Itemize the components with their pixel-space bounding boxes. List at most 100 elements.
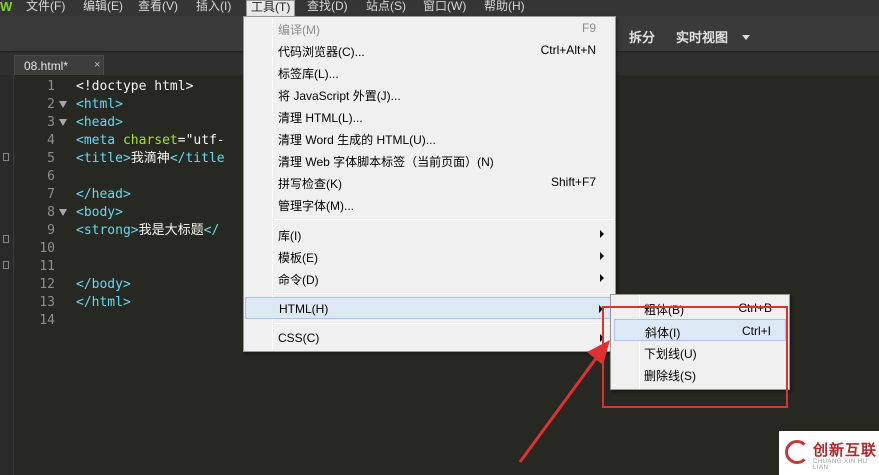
line-number: 9 — [47, 223, 55, 238]
menu-item-label: 清理 HTML(L)... — [278, 111, 363, 125]
menu-find[interactable]: 查找(D) — [303, 0, 352, 16]
watermark-logo: 创新互联 CHUANG XIN HU LIAN — [779, 431, 879, 475]
menu-item-clean-web-fonts[interactable]: 清理 Web 字体脚本标签（当前页面）(N) — [245, 149, 614, 171]
menu-item-clean-word-html[interactable]: 清理 Word 生成的 HTML(U)... — [245, 127, 614, 149]
fold-arrow-icon[interactable] — [59, 119, 67, 126]
menu-item-html[interactable]: HTML(H) — [245, 297, 614, 319]
menu-item-label: HTML(H) — [279, 302, 329, 316]
menu-item-label: 模板(E) — [278, 251, 318, 265]
code-line-4: <meta charset="utf- — [76, 132, 225, 150]
menu-item-label: CSS(C) — [278, 331, 320, 345]
code-line-12: </body> — [76, 277, 131, 292]
line-number: 12 — [39, 277, 55, 292]
menu-view[interactable]: 查看(V) — [134, 0, 182, 16]
fold-arrow-icon[interactable] — [59, 101, 67, 108]
menu-item-css[interactable]: CSS(C) — [245, 327, 614, 349]
line-number: 8 — [47, 205, 55, 220]
watermark-text: 创新互联 — [813, 442, 878, 459]
line-number: 14 — [39, 313, 55, 328]
menu-tools[interactable]: 工具(T) — [246, 0, 296, 16]
code-line-5: <title>我滴神</title — [76, 150, 225, 168]
code-token-tag: <meta — [76, 133, 116, 148]
line-number: 6 — [47, 169, 55, 184]
menu-item-templates[interactable]: 模板(E) — [245, 245, 614, 267]
menu-item-shortcut: F9 — [581, 21, 596, 35]
code-line-13: </html> — [76, 295, 131, 310]
menu-item-label: 管理字体(M)... — [278, 199, 354, 213]
menu-file[interactable]: 文件(F) — [22, 0, 69, 16]
menu-item-library[interactable]: 库(I) — [245, 223, 614, 245]
code-token-attr: charset — [115, 133, 178, 148]
code-token-value: ="utf- — [177, 133, 225, 148]
tab-label: 08.html* — [24, 59, 69, 73]
code-token-tag: </ — [203, 223, 220, 238]
line-number: 5 — [47, 151, 55, 166]
menu-item-label: 编译(M) — [278, 23, 320, 37]
menu-item-compile[interactable]: 编译(M) F9 — [245, 17, 614, 39]
menu-item-label: 命令(D) — [278, 273, 319, 287]
code-token-text: 我是大标题 — [138, 223, 204, 238]
menu-item-label: 代码浏览器(C)... — [278, 45, 365, 59]
menu-item-clean-html[interactable]: 清理 HTML(L)... — [245, 105, 614, 127]
code-line-7: </head> — [76, 187, 131, 202]
code-token-tag: </title — [169, 151, 225, 166]
submenu-arrow-icon — [600, 274, 604, 282]
code-token-text: 我滴神 — [130, 151, 170, 166]
menu-item-label: 标签库(L)... — [278, 67, 339, 81]
left-tool-strip — [0, 75, 14, 475]
submenu-arrow-icon — [600, 252, 604, 260]
line-number: 10 — [39, 241, 55, 256]
menu-site[interactable]: 站点(S) — [362, 0, 410, 16]
line-number: 11 — [39, 259, 55, 274]
annotation-highlight-box — [602, 306, 788, 408]
menu-item-shortcut: Ctrl+Alt+N — [540, 43, 596, 57]
tools-dropdown-menu: 编译(M) F9 代码浏览器(C)... Ctrl+Alt+N 标签库(L)..… — [243, 16, 616, 352]
menu-item-label: 拼写检查(K) — [278, 177, 342, 191]
menu-item-label: 库(I) — [278, 229, 302, 243]
chevron-down-icon[interactable] — [742, 35, 750, 40]
line-number: 3 — [47, 115, 55, 130]
menu-item-label: 清理 Word 生成的 HTML(U)... — [278, 133, 436, 147]
menu-bar: W 文件(F) 编辑(E) 查看(V) 插入(I) 工具(T) 查找(D) 站点… — [0, 0, 879, 16]
menu-item-label: 清理 Web 字体脚本标签（当前页面）(N) — [278, 155, 494, 169]
close-icon[interactable]: × — [94, 59, 100, 71]
code-line-2: <html> — [76, 97, 123, 112]
menu-item-spell-check[interactable]: 拼写检查(K) Shift+F7 — [245, 171, 614, 193]
menu-item-shortcut: Shift+F7 — [550, 175, 596, 189]
menu-separator — [274, 323, 614, 324]
code-line-9: <strong>我是大标题</ — [76, 222, 219, 240]
menu-insert[interactable]: 插入(I) — [192, 0, 235, 16]
code-line-3: <head> — [76, 115, 123, 130]
line-number: 1 — [47, 79, 55, 94]
menu-item-label: 将 JavaScript 外置(J)... — [278, 89, 401, 103]
line-number: 4 — [47, 133, 55, 148]
brand-logo-icon — [785, 440, 809, 464]
menu-separator — [274, 219, 614, 220]
menu-separator — [274, 293, 614, 294]
menu-edit[interactable]: 编辑(E) — [79, 0, 127, 16]
tab-08-html[interactable]: 08.html* × — [14, 55, 104, 75]
menu-item-commands[interactable]: 命令(D) — [245, 267, 614, 289]
code-line-8: <body> — [76, 205, 123, 220]
strip-tool-icon[interactable] — [3, 261, 9, 269]
code-token-tag: <title> — [76, 151, 131, 166]
line-number: 13 — [39, 295, 55, 310]
strip-tool-icon[interactable] — [3, 235, 9, 243]
live-view-button[interactable]: 实时视图 — [676, 27, 728, 46]
menu-item-code-browser[interactable]: 代码浏览器(C)... Ctrl+Alt+N — [245, 39, 614, 61]
dreamweaver-window: W 文件(F) 编辑(E) 查看(V) 插入(I) 工具(T) 查找(D) 站点… — [0, 0, 879, 475]
line-number: 2 — [47, 97, 55, 112]
line-number: 7 — [47, 187, 55, 202]
split-view-button[interactable]: 拆分 — [629, 27, 655, 46]
menu-window[interactable]: 窗口(W) — [419, 0, 470, 16]
fold-arrow-icon[interactable] — [59, 209, 67, 216]
strip-tool-icon[interactable] — [3, 153, 9, 161]
submenu-arrow-icon — [600, 230, 604, 238]
watermark-subtext: CHUANG XIN HU LIAN — [813, 459, 868, 471]
code-token-tag: <strong> — [76, 223, 139, 238]
menu-item-externalize-js[interactable]: 将 JavaScript 外置(J)... — [245, 83, 614, 105]
menu-item-manage-fonts[interactable]: 管理字体(M)... — [245, 193, 614, 215]
menu-item-tag-library[interactable]: 标签库(L)... — [245, 61, 614, 83]
code-line-1: <!doctype html> — [76, 79, 194, 94]
menu-help[interactable]: 帮助(H) — [480, 0, 529, 16]
